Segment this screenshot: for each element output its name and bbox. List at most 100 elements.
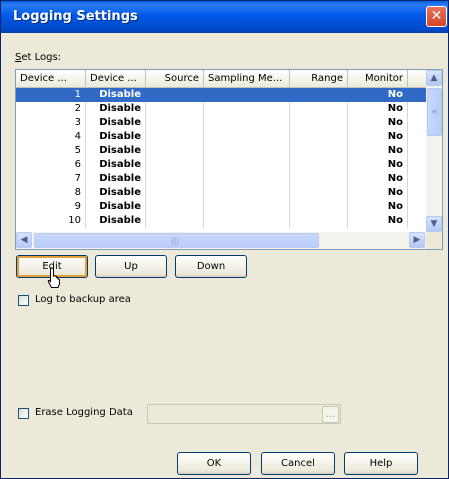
cell-device-id: 2	[16, 102, 86, 116]
set-logs-label: Set Logs:	[15, 52, 62, 63]
cell-filler	[408, 158, 426, 172]
cell-source	[146, 116, 204, 130]
table-row[interactable]: 4 Disable No	[16, 130, 426, 144]
window-title: Logging Settings	[13, 9, 138, 24]
cell-sampling-method	[204, 102, 290, 116]
cell-device-status: Disable	[86, 186, 146, 200]
table-row[interactable]: 10 Disable No	[16, 214, 426, 228]
browse-button[interactable]: ...	[322, 406, 339, 423]
cell-device-status: Disable	[86, 116, 146, 130]
table-row[interactable]: 8 Disable No	[16, 186, 426, 200]
cell-filler	[408, 102, 426, 116]
cell-device-id: 9	[16, 200, 86, 214]
cancel-button[interactable]: Cancel	[261, 452, 335, 475]
help-button[interactable]: Help	[344, 452, 418, 475]
vertical-scroll-thumb[interactable]: ≡	[427, 88, 442, 136]
cell-device-id: 8	[16, 186, 86, 200]
table-row[interactable]: 3 Disable No	[16, 116, 426, 130]
horizontal-scroll-thumb[interactable]: |||	[34, 233, 319, 248]
table-row[interactable]: 2 Disable No	[16, 102, 426, 116]
cell-filler	[408, 144, 426, 158]
up-arrow-icon[interactable]: ▲	[426, 70, 442, 86]
cell-device-id: 10	[16, 214, 86, 228]
cell-filler	[408, 200, 426, 214]
cell-device-status: Disable	[86, 144, 146, 158]
cell-sampling-method	[204, 186, 290, 200]
table-row[interactable]: 7 Disable No	[16, 172, 426, 186]
cell-monitor: No	[348, 158, 408, 172]
table-row[interactable]: 1 Disable No	[16, 88, 426, 102]
logs-list-view[interactable]: Device ... Device ... Source Sampling Me…	[15, 69, 443, 250]
erase-logging-label: Erase Logging Data	[35, 407, 133, 418]
cell-device-status: Disable	[86, 158, 146, 172]
mouse-pointer-icon	[47, 267, 60, 288]
cell-range	[290, 144, 348, 158]
log-backup-label: Log to backup area	[35, 294, 131, 305]
cell-filler	[408, 186, 426, 200]
cell-source	[146, 102, 204, 116]
table-row[interactable]: 9 Disable No	[16, 200, 426, 214]
cell-monitor: No	[348, 200, 408, 214]
up-button[interactable]: Up	[95, 255, 167, 278]
cell-source	[146, 130, 204, 144]
col-header-device-status[interactable]: Device ...	[86, 70, 146, 88]
cell-range	[290, 200, 348, 214]
thumb-grip-icon: |||	[171, 236, 180, 245]
close-button[interactable]: ✕	[426, 6, 447, 27]
cell-filler	[408, 172, 426, 186]
title-bar[interactable]: Logging Settings ✕	[1, 1, 448, 33]
erase-logging-checkbox[interactable]	[18, 408, 29, 419]
cell-monitor: No	[348, 186, 408, 200]
vertical-scrollbar[interactable]: ▲ ≡ ▼	[426, 70, 442, 232]
ok-button[interactable]: OK	[177, 452, 251, 475]
cell-device-id: 7	[16, 172, 86, 186]
table-row[interactable]: 6 Disable No	[16, 158, 426, 172]
log-backup-checkbox[interactable]	[18, 295, 29, 306]
cell-range	[290, 158, 348, 172]
horizontal-scrollbar[interactable]: ◀ ||| ▶	[16, 232, 426, 249]
thumb-grip-icon: ≡	[431, 107, 438, 116]
cell-device-status: Disable	[86, 172, 146, 186]
cell-range	[290, 102, 348, 116]
cell-source	[146, 200, 204, 214]
cell-sampling-method	[204, 144, 290, 158]
cell-device-status: Disable	[86, 102, 146, 116]
list-header: Device ... Device ... Source Sampling Me…	[16, 70, 426, 88]
logging-settings-dialog: Logging Settings ✕ Set Logs: Device ... …	[0, 0, 449, 479]
cell-monitor: No	[348, 214, 408, 228]
col-header-device-id[interactable]: Device ...	[16, 70, 86, 88]
cell-range	[290, 130, 348, 144]
cell-range	[290, 186, 348, 200]
down-button[interactable]: Down	[175, 255, 247, 278]
cell-sampling-method	[204, 172, 290, 186]
right-arrow-icon[interactable]: ▶	[409, 232, 425, 248]
cell-filler	[408, 214, 426, 228]
col-header-sampling-method[interactable]: Sampling Me...	[204, 70, 290, 88]
cell-sampling-method	[204, 214, 290, 228]
col-header-filler	[408, 70, 426, 88]
col-header-range[interactable]: Range	[290, 70, 348, 88]
cell-monitor: No	[348, 88, 408, 102]
col-header-source[interactable]: Source	[146, 70, 204, 88]
cell-monitor: No	[348, 172, 408, 186]
cell-device-id: 5	[16, 144, 86, 158]
cancel-button-label: Cancel	[281, 458, 315, 469]
cell-source	[146, 186, 204, 200]
cell-filler	[408, 116, 426, 130]
cell-source	[146, 214, 204, 228]
left-arrow-icon[interactable]: ◀	[16, 232, 32, 248]
cell-monitor: No	[348, 116, 408, 130]
cell-device-status: Disable	[86, 130, 146, 144]
cell-filler	[408, 130, 426, 144]
down-arrow-icon[interactable]: ▼	[426, 216, 442, 232]
col-header-monitor[interactable]: Monitor	[348, 70, 408, 88]
cell-device-id: 3	[16, 116, 86, 130]
erase-path-field[interactable]: ...	[147, 404, 341, 424]
cell-filler	[408, 88, 426, 102]
table-row[interactable]: 5 Disable No	[16, 144, 426, 158]
cell-range	[290, 172, 348, 186]
cell-monitor: No	[348, 130, 408, 144]
cell-device-id: 6	[16, 158, 86, 172]
cell-device-id: 1	[16, 88, 86, 102]
scroll-corner	[426, 232, 442, 249]
